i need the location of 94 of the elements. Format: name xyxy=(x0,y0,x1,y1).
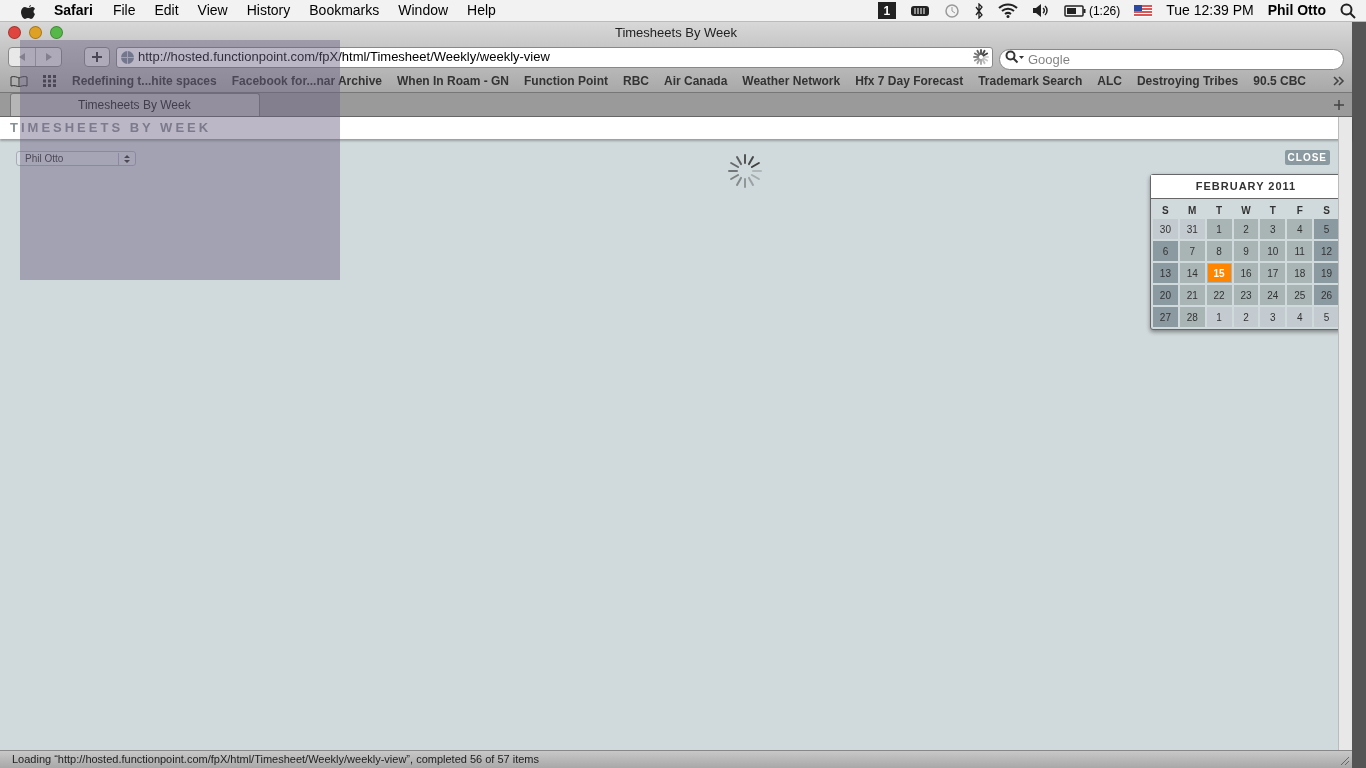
close-window-button[interactable] xyxy=(8,26,21,39)
bluetooth-icon xyxy=(973,2,984,19)
calendar-day[interactable]: 27 xyxy=(1153,307,1178,327)
calendar-day[interactable]: 24 xyxy=(1260,285,1286,305)
menu-item[interactable]: Bookmarks xyxy=(309,0,380,21)
calendar-day[interactable]: 10 xyxy=(1260,241,1286,261)
calendar-day[interactable]: 5 xyxy=(1314,219,1339,239)
calendar-day[interactable]: 25 xyxy=(1287,285,1313,305)
calendar-day[interactable]: 3 xyxy=(1260,219,1286,239)
bookmark-link[interactable]: 90.5 CBC xyxy=(1253,72,1306,90)
weekday-label: F xyxy=(1295,204,1304,217)
calendar-day[interactable]: 4 xyxy=(1287,219,1313,239)
window-title: Timesheets By Week xyxy=(614,24,738,43)
globe-icon xyxy=(120,49,135,65)
calendar-day[interactable]: 5 xyxy=(1314,307,1339,327)
weekday-label: M xyxy=(1187,204,1198,217)
plus-icon xyxy=(92,52,102,62)
bookmark-link[interactable]: RBC xyxy=(622,72,649,90)
clock-icon xyxy=(943,2,960,19)
calendar-day[interactable]: 20 xyxy=(1153,285,1178,305)
forward-arrow-icon xyxy=(45,53,52,61)
bookmark-link[interactable]: ALC xyxy=(1097,72,1122,90)
book-icon xyxy=(10,75,28,87)
calendar-day[interactable]: 14 xyxy=(1179,263,1205,283)
new-tab-icon xyxy=(1334,100,1344,110)
calendar-day[interactable]: 7 xyxy=(1179,241,1205,261)
calendar-day[interactable]: 4 xyxy=(1287,307,1313,327)
scrollbar[interactable] xyxy=(1338,117,1352,750)
menu-item[interactable]: History xyxy=(246,0,291,21)
status-text: Loading “http://hosted.functionpoint.com/fpX/html/Timesheet/Weekly/weekly-view”, completed 56 of 57 items xyxy=(12,752,540,768)
calendar-day[interactable]: 28 xyxy=(1179,307,1205,327)
menu-item[interactable]: View xyxy=(197,0,228,21)
grid-icon xyxy=(43,75,57,87)
bookmark-link[interactable]: Trademark Search xyxy=(978,72,1083,90)
loading-spinner-icon xyxy=(973,49,989,65)
calendar-day[interactable]: 23 xyxy=(1233,285,1259,305)
browser-tab[interactable]: Timesheets By Week xyxy=(10,93,260,116)
bookmark-link[interactable]: Function Point xyxy=(524,72,608,90)
flag-icon xyxy=(1134,4,1153,17)
bookmark-link[interactable]: Air Canada xyxy=(663,72,728,90)
spaces-indicator[interactable]: 1 xyxy=(877,2,896,19)
menu-item[interactable]: File xyxy=(112,0,136,21)
weekday-label: T xyxy=(1268,204,1277,217)
calendar-day[interactable]: 19 xyxy=(1314,263,1339,283)
battery-icon xyxy=(1063,4,1086,17)
bookmark-link[interactable]: Destroying Tribes xyxy=(1136,72,1239,90)
zoom-window-button[interactable] xyxy=(50,26,63,39)
user-menu[interactable]: Phil Otto xyxy=(1267,0,1326,21)
calendar-day[interactable]: 11 xyxy=(1287,241,1313,261)
calendar-day[interactable]: 1 xyxy=(1206,307,1232,327)
calendar-month-title: FEBRUARY 2011 xyxy=(1151,175,1341,199)
menu-item[interactable]: Edit xyxy=(154,0,179,21)
calendar-day[interactable]: 2 xyxy=(1233,219,1259,239)
weekday-label: W xyxy=(1240,204,1252,217)
volume-icon xyxy=(1031,3,1050,18)
calendar-day[interactable]: 3 xyxy=(1260,307,1286,327)
user-dropdown[interactable]: Phil Otto xyxy=(16,151,136,166)
calendar-day[interactable]: 17 xyxy=(1260,263,1286,283)
calendar-day[interactable]: 30 xyxy=(1153,219,1178,239)
calendar-day[interactable]: 1 xyxy=(1206,219,1232,239)
bookmark-link[interactable]: When In Roam - GN xyxy=(397,72,509,90)
weekday-label: S xyxy=(1161,204,1170,217)
meter-icon xyxy=(909,4,930,17)
calendar-day[interactable]: 8 xyxy=(1206,241,1232,261)
calendar-day[interactable]: 18 xyxy=(1287,263,1313,283)
minimize-window-button[interactable] xyxy=(29,26,42,39)
calendar-day[interactable]: 2 xyxy=(1233,307,1259,327)
weekday-label: T xyxy=(1215,204,1224,217)
chevrons-icon xyxy=(1332,75,1346,87)
battery-time: (1:26) xyxy=(1088,2,1121,20)
calendar-day[interactable]: 16 xyxy=(1233,263,1259,283)
bookmark-link[interactable]: Weather Network xyxy=(742,72,841,90)
search-icon xyxy=(1340,2,1356,19)
calendar-day[interactable]: 21 xyxy=(1179,285,1205,305)
calendar-day[interactable]: 6 xyxy=(1153,241,1178,261)
address-field[interactable]: http://hosted.functionpoint.com/fpX/html/Timesheet/Weekly/weekly-view xyxy=(116,46,993,68)
calendar-day[interactable]: 22 xyxy=(1206,285,1232,305)
calendar-day[interactable]: 9 xyxy=(1233,241,1259,261)
app-menu[interactable]: Safari xyxy=(54,0,93,21)
search-icon xyxy=(1005,49,1025,64)
wifi-icon xyxy=(997,3,1018,18)
menu-clock[interactable]: Tue 12:39 PM xyxy=(1166,0,1254,21)
calendar-day[interactable]: 13 xyxy=(1153,263,1178,283)
weekday-label: S xyxy=(1322,204,1331,217)
loading-spinner-icon xyxy=(728,154,762,188)
back-arrow-icon xyxy=(19,53,25,61)
search-field[interactable]: Google xyxy=(999,48,1344,70)
menu-item[interactable]: Window xyxy=(398,0,449,21)
menu-item[interactable]: Help xyxy=(467,0,496,21)
bookmark-link[interactable]: Hfx 7 Day Forecast xyxy=(855,72,964,90)
calendar-day[interactable]: 31 xyxy=(1179,219,1205,239)
calendar-day[interactable]: 26 xyxy=(1314,285,1339,305)
add-bookmark-button[interactable] xyxy=(84,47,110,67)
calendar-day[interactable]: 12 xyxy=(1314,241,1339,261)
